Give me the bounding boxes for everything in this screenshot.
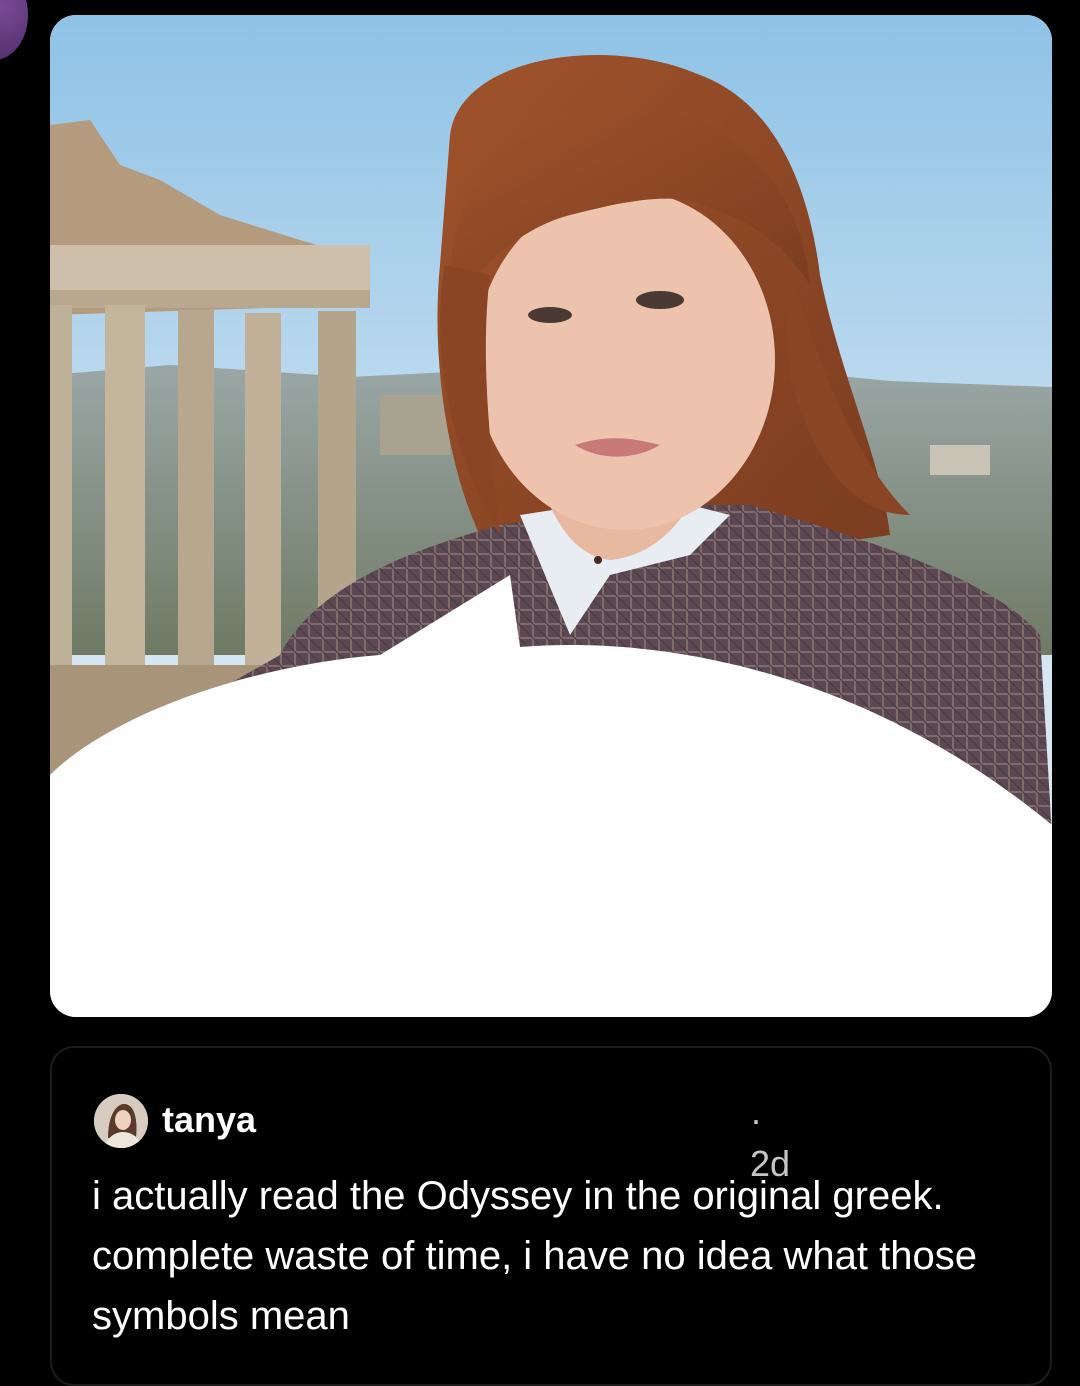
photo-illustration — [50, 15, 1052, 1017]
author-name[interactable]: tanya — [162, 1098, 256, 1142]
reply-header: tanya · 2d — [94, 1094, 794, 1184]
user-avatar-icon[interactable] — [94, 1094, 148, 1148]
avatar-illustration — [94, 1094, 148, 1148]
reply-card[interactable]: tanya · 2d i actually read the Odyssey i… — [50, 1046, 1052, 1386]
reply-text: i actually read the Odyssey in the origi… — [92, 1174, 977, 1338]
post-image[interactable] — [50, 15, 1052, 1017]
corner-avatar[interactable] — [0, 0, 28, 60]
